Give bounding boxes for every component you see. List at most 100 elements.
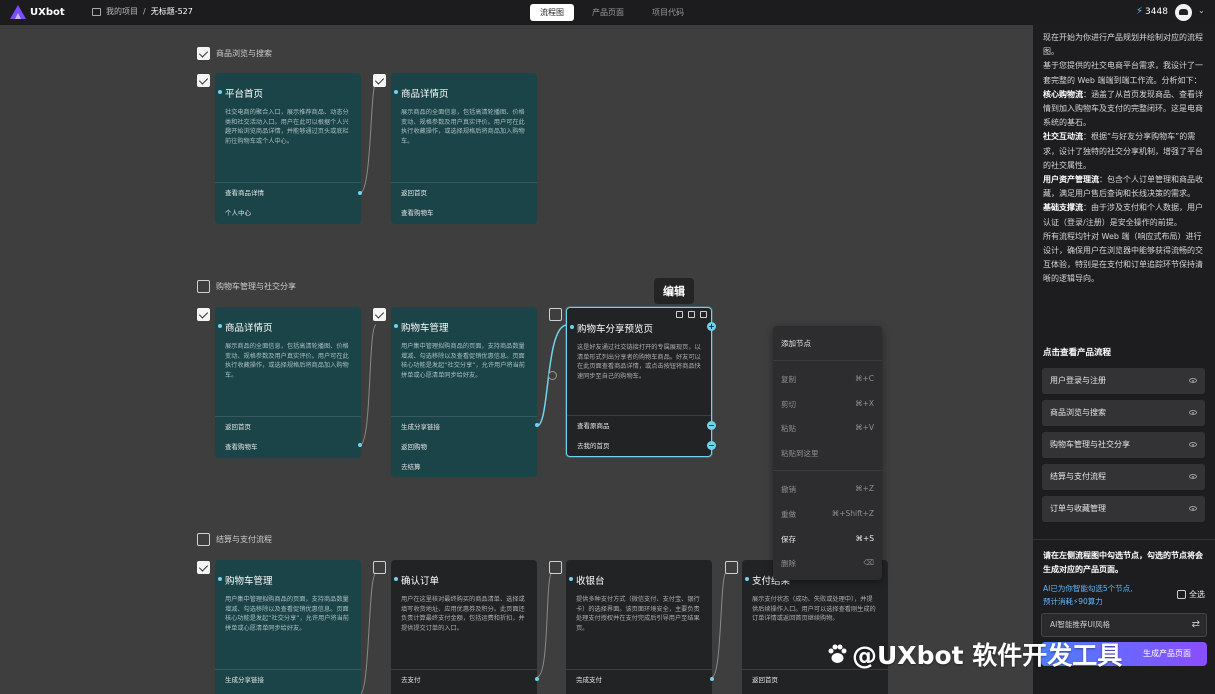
node-action[interactable]: 个人中心 <box>215 203 361 223</box>
context-menu: 添加节点 复制 ⌘+C 剪切 ⌘+X 粘贴 ⌘+V 粘贴到这里 撤销 ⌘+Z 重做 ⌘+S… <box>773 326 882 580</box>
output-port[interactable] <box>710 677 714 681</box>
eye-icon[interactable] <box>1189 378 1197 383</box>
node-confirm-order[interactable]: 确认订单 用户在这里核对最终购买的商品清单、选择或填写收货地址、应用优惠券及积分… <box>391 560 537 694</box>
group-checkbox[interactable] <box>197 533 210 546</box>
node-desc: 展示商品的全面信息，包括高清轮播图、价格变动、规格参数及用户真实评价。用户可在此… <box>225 343 349 379</box>
eye-icon[interactable] <box>1189 442 1197 447</box>
menu-item-undo[interactable]: 撤销 ⌘+Z <box>781 484 874 495</box>
node-checkbox-product-detail-2[interactable] <box>197 308 210 321</box>
edit-tooltip: 编辑 <box>654 278 694 304</box>
ai-cost-info: 预计消耗⚡90算力 <box>1043 597 1103 606</box>
node-action[interactable]: 查看购物车 <box>215 437 361 457</box>
output-port[interactable] <box>358 191 362 195</box>
flow-list-heading: 点击查看产品流程 <box>1043 348 1112 358</box>
node-action[interactable]: 返回首页 <box>215 417 361 437</box>
app-logo[interactable]: UXbot <box>10 5 65 19</box>
view-tabs: 流程图 产品页面 项目代码 <box>530 4 702 21</box>
node-title: 收银台 <box>566 560 712 587</box>
node-action[interactable]: 生成分享链接 <box>391 417 537 437</box>
credits-value: 3448 <box>1145 6 1168 17</box>
breadcrumb-project[interactable]: 我的项目 <box>106 6 138 17</box>
chevron-down-icon[interactable]: ⌄ <box>1198 6 1205 15</box>
tab-flowchart[interactable]: 流程图 <box>530 4 574 21</box>
flow-item-browse[interactable]: 商品浏览与搜索 <box>1042 400 1205 426</box>
node-desc: 社交电商的聚合入口，展示推荐商品、动态分类和社交活动入口。用户在此可以根据个人兴… <box>225 109 349 145</box>
flow-item-login[interactable]: 用户登录与注册 <box>1042 368 1205 394</box>
tab-project-code[interactable]: 项目代码 <box>642 4 694 21</box>
node-title: 确认订单 <box>391 560 537 587</box>
menu-item-cut[interactable]: 剪切 ⌘+X <box>781 399 874 410</box>
node-home[interactable]: 平台首页 社交电商的聚合入口，展示推荐商品、动态分类和社交活动入口。用户在此可以… <box>215 73 361 224</box>
flow-item-checkout[interactable]: 结算与支付流程 <box>1042 464 1205 490</box>
eye-icon[interactable] <box>1189 410 1197 415</box>
output-port[interactable] <box>535 423 539 427</box>
node-action[interactable]: 返回首页 <box>391 183 537 203</box>
node-action[interactable]: 返回购物 <box>391 437 537 457</box>
node-desc: 用户集中管理拟购商品的页面，支持商品数量增减、勾选移除以及查看促销优惠信息。页面… <box>401 343 525 379</box>
flow-item-cart[interactable]: 购物车管理与社交分享 <box>1042 432 1205 458</box>
node-product-detail-2[interactable]: 商品详情页 展示商品的全面信息，包括高清轮播图、价格变动、规格参数及用户真实评价… <box>215 307 361 458</box>
node-action[interactable]: 去支付 <box>391 670 537 690</box>
group-checkbox[interactable] <box>197 280 210 293</box>
group-checkbox[interactable] <box>197 47 210 60</box>
node-checkbox-product-detail[interactable] <box>373 74 386 87</box>
ai-selection-info: AI已为你智能勾选5个节点, <box>1043 584 1133 593</box>
node-cart[interactable]: 购物车管理 用户集中管理拟购商品的页面，支持商品数量增减、勾选移除以及查看促销优… <box>391 307 537 477</box>
add-port-icon[interactable]: + <box>707 322 716 331</box>
node-checkbox-cart[interactable] <box>373 308 386 321</box>
node-action[interactable]: 查看购物车 <box>391 203 537 223</box>
node-action[interactable]: 查看商品详情 <box>215 183 361 203</box>
node-checkbox-pay-result[interactable] <box>725 561 738 574</box>
group-browse-search[interactable]: 商品浏览与搜索 <box>197 47 272 60</box>
node-checkbox-confirm-order[interactable] <box>373 561 386 574</box>
remove-port-icon[interactable]: − <box>707 421 716 430</box>
node-desc: 用户集中管理拟购商品的页面，支持商品数量增减、勾选移除以及查看促销优惠信息。页面… <box>225 596 349 632</box>
node-checkout[interactable]: 收银台 提供多种支付方式（微信支付、支付宝、银行卡）的选择界面。该页面环境安全，… <box>566 560 712 694</box>
node-title: 平台首页 <box>215 73 361 100</box>
select-all-toggle[interactable]: 全选 <box>1177 589 1205 600</box>
output-port[interactable] <box>535 677 539 681</box>
node-action[interactable]: 去结算 <box>391 457 537 477</box>
menu-item-redo[interactable]: 重做 ⌘+Shift+Z <box>781 509 874 520</box>
node-action[interactable]: 查看原商品 <box>567 416 711 436</box>
credits-balance[interactable]: ⚡ 3448 <box>1136 6 1168 17</box>
swap-icon[interactable]: ⇄ <box>1192 614 1200 636</box>
eye-icon[interactable] <box>1189 506 1197 511</box>
eye-icon[interactable] <box>1189 474 1197 479</box>
node-share-preview[interactable]: 购物车分享预览页 这是好友通过社交链接打开的专属展现页，以清单形式列出分享者的购… <box>566 307 712 457</box>
node-checkbox-home[interactable] <box>197 74 210 87</box>
remove-port-icon[interactable]: − <box>707 441 716 450</box>
avatar[interactable] <box>1175 4 1192 21</box>
breadcrumb-title[interactable]: 无标题-527 <box>151 6 193 17</box>
selection-hint: 请在左侧流程图中勾选节点，勾选的节点将会生成对应的产品页面。 <box>1043 551 1203 574</box>
top-bar: UXbot 我的项目 / 无标题-527 流程图 产品页面 项目代码 ⚡ 344… <box>0 0 1215 25</box>
group-checkout-payment[interactable]: 结算与支付流程 <box>197 533 272 546</box>
menu-item-paste[interactable]: 粘贴 ⌘+V <box>781 423 874 434</box>
tab-product-pages[interactable]: 产品页面 <box>582 4 634 21</box>
menu-item-copy[interactable]: 复制 ⌘+C <box>781 374 874 385</box>
menu-item-add-node[interactable]: 添加节点 <box>781 338 874 349</box>
output-port[interactable] <box>358 443 362 447</box>
join-node-icon[interactable] <box>548 371 557 380</box>
menu-item-save[interactable]: 保存 ⌘+S <box>781 534 874 545</box>
node-checkbox-share-preview[interactable] <box>549 308 562 321</box>
breadcrumb-separator: / <box>143 7 146 16</box>
select-all-checkbox[interactable] <box>1177 590 1186 599</box>
node-action[interactable]: 去我的首页 <box>567 436 711 456</box>
node-action[interactable]: 返回首页 <box>742 670 888 690</box>
node-cart-2[interactable]: 购物车管理 用户集中管理拟购商品的页面，支持商品数量增减、勾选移除以及查看促销优… <box>215 560 361 694</box>
group-cart-social[interactable]: 购物车管理与社交分享 <box>197 280 296 293</box>
ai-response: 现在开始为你进行产品规划并绘制对应的流程图。 基于您提供的社交电商平台需求，我设… <box>1043 33 1203 284</box>
node-action[interactable]: 生成分享链接 <box>215 670 361 690</box>
node-pay-result[interactable]: 支付结果 展示支付状态（成功、失败或处理中），并提供后续操作入口。用户可以选择查… <box>742 560 888 694</box>
node-action[interactable]: 完成支付 <box>566 670 712 690</box>
node-checkbox-checkout[interactable] <box>549 561 562 574</box>
menu-item-paste-here[interactable]: 粘贴到这里 <box>781 448 874 459</box>
ui-style-input[interactable]: AI智能推荐UI风格 ⇄ <box>1041 613 1207 637</box>
node-title: 商品详情页 <box>391 73 537 100</box>
flow-item-orders[interactable]: 订单与收藏管理 <box>1042 496 1205 522</box>
node-checkbox-cart-2[interactable] <box>197 561 210 574</box>
node-product-detail[interactable]: 商品详情页 展示商品的全面信息，包括高清轮播图、价格变动、规格参数及用户真实评价… <box>391 73 537 224</box>
menu-item-delete[interactable]: 删除 ⌫ <box>781 558 874 569</box>
node-title: 商品详情页 <box>215 307 361 334</box>
